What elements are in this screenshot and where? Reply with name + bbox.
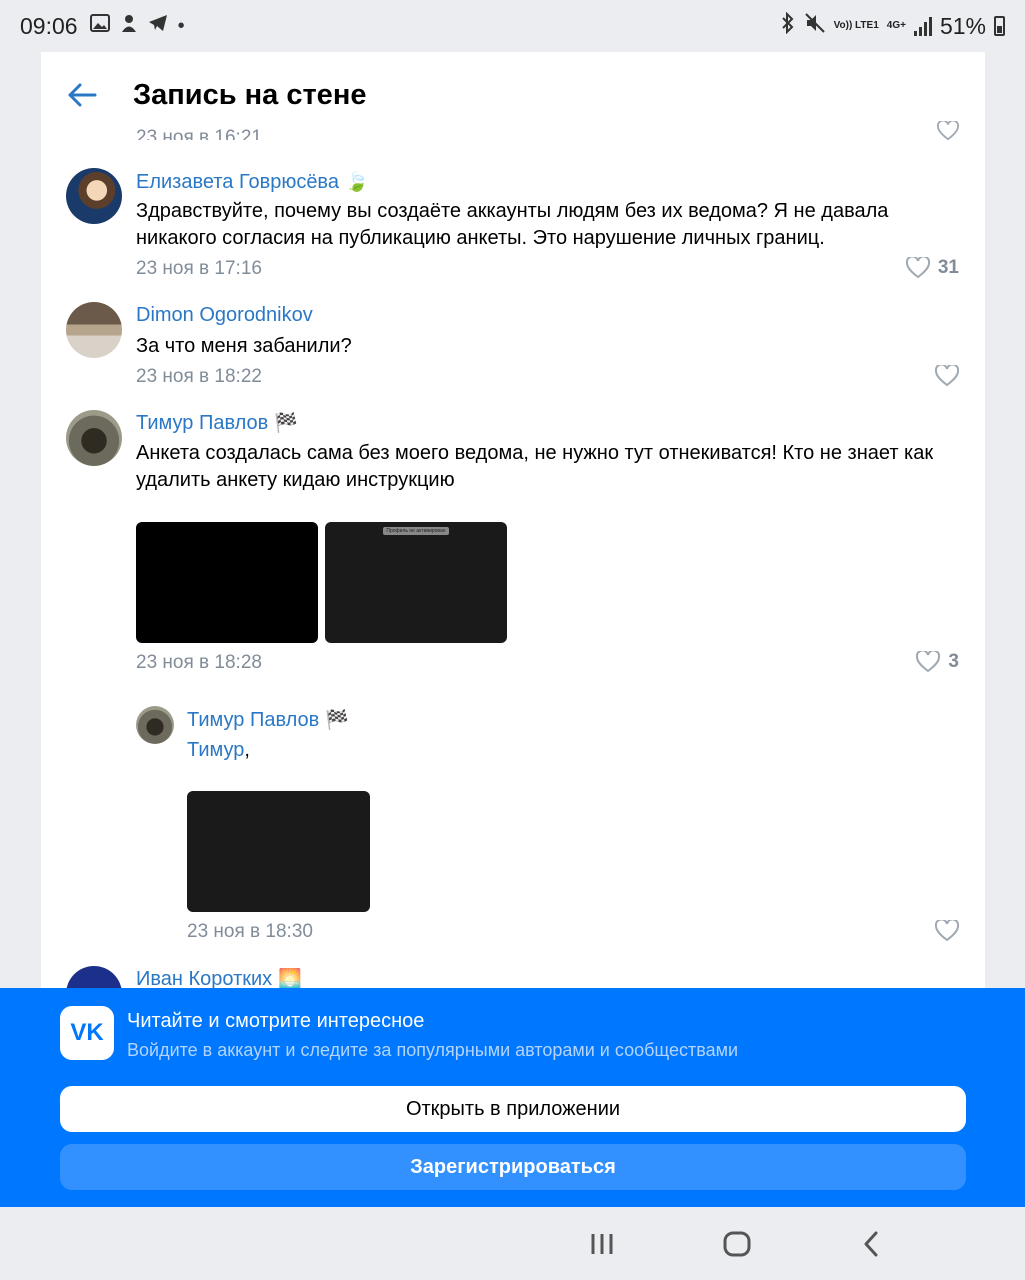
image-caption: Профиль не активирован xyxy=(383,527,449,535)
like-button[interactable]: 3 xyxy=(916,651,959,673)
like-button[interactable] xyxy=(935,365,959,387)
comment-timestamp: 23 ноя в 16:21 xyxy=(136,127,262,140)
attached-image[interactable] xyxy=(136,522,318,643)
volte-indicator: Vo)) LTE1 xyxy=(833,20,879,31)
sunrise-emoji-icon: 🌅 xyxy=(278,969,302,990)
checkered-flag-emoji-icon: 🏁 xyxy=(325,710,349,731)
back-nav-icon[interactable] xyxy=(852,1229,892,1259)
like-count: 31 xyxy=(937,257,959,278)
promo-subtitle: Войдите в аккаунт и следите за популярны… xyxy=(127,1040,739,1060)
author-name[interactable]: Елизавета Говрюсёва xyxy=(136,171,339,193)
comment-timestamp: 23 ноя в 17:16 xyxy=(136,258,262,279)
signal-icon xyxy=(913,16,932,36)
comment-text: Здравствуйте, почему вы создаёте аккаунт… xyxy=(136,200,889,249)
comment-text: Анкета создалась сама без моего ведома, … xyxy=(136,442,934,491)
system-nav-bar xyxy=(0,1207,1025,1280)
attached-image[interactable] xyxy=(187,791,370,912)
more-notifications-dot-icon: • xyxy=(177,14,185,37)
text-suffix: , xyxy=(244,739,250,761)
author-name[interactable]: Dimon Ogorodnikov xyxy=(136,304,313,326)
comment-timestamp: 23 ноя в 18:30 xyxy=(187,921,313,942)
avatar[interactable] xyxy=(136,706,174,744)
vk-logo-icon: VK xyxy=(60,1006,114,1060)
comment-timestamp: 23 ноя в 18:22 xyxy=(136,366,262,387)
author-name[interactable]: Тимур Павлов xyxy=(187,709,319,731)
like-button[interactable] xyxy=(935,920,959,942)
bluetooth-icon xyxy=(780,11,796,40)
avatar[interactable] xyxy=(66,410,122,466)
like-button[interactable]: 31 xyxy=(905,257,959,279)
open-in-app-button[interactable]: Открыть в приложении xyxy=(60,1086,966,1132)
comment-text: За что меня забанили? xyxy=(136,335,352,357)
home-icon[interactable] xyxy=(717,1229,757,1259)
like-count: 3 xyxy=(948,651,959,672)
avatar[interactable] xyxy=(66,168,122,224)
battery-percent: 51% xyxy=(939,12,986,39)
mention-link[interactable]: Тимур xyxy=(187,739,244,761)
gallery-icon xyxy=(89,14,110,38)
avatar[interactable] xyxy=(66,302,122,358)
comment-timestamp: 23 ноя в 18:28 xyxy=(136,652,262,673)
battery-icon xyxy=(994,16,1005,36)
status-time: 09:06 xyxy=(20,12,78,39)
attached-image[interactable]: Профиль не активирован xyxy=(325,522,507,643)
author-name[interactable]: Иван Коротких xyxy=(136,968,272,990)
recent-apps-icon[interactable] xyxy=(582,1229,622,1259)
register-button[interactable]: Зарегистрироваться xyxy=(60,1144,966,1190)
mute-icon xyxy=(804,12,826,40)
notification-app-icon xyxy=(120,13,138,39)
author-name[interactable]: Тимур Павлов xyxy=(136,412,268,434)
heart-icon xyxy=(905,257,930,279)
page-title: Запись на стене xyxy=(133,78,367,111)
back-arrow-icon[interactable] xyxy=(65,78,99,112)
checkered-flag-emoji-icon: 🏁 xyxy=(274,413,298,434)
comment-text: Тимур, xyxy=(187,737,985,764)
telegram-icon xyxy=(148,14,168,38)
app-promo-banner: VK Читайте и смотрите интересное Войдите… xyxy=(0,988,1025,1207)
vk-logo-text: VK xyxy=(70,1019,104,1046)
comment-author[interactable]: Тимур Павлов 🏁 xyxy=(136,411,298,435)
network-gen-indicator: 4G+ xyxy=(886,20,906,31)
status-bar: 09:06 • Vo)) LTE1 4G+ 51% xyxy=(0,0,1025,52)
post-card: Запись на стене 23 ноя в 16:21 Елизавета… xyxy=(41,52,985,992)
heart-icon xyxy=(935,365,959,387)
heart-icon xyxy=(935,920,959,942)
heart-icon xyxy=(916,651,941,673)
comment-author[interactable]: Тимур Павлов 🏁 xyxy=(187,708,349,732)
heart-icon[interactable] xyxy=(937,119,959,146)
comment-author[interactable]: Елизавета Говрюсёва 🍃 xyxy=(136,170,369,194)
comment-author[interactable]: Dimon Ogorodnikov xyxy=(136,304,313,327)
promo-title: Читайте и смотрите интересное xyxy=(127,1010,425,1032)
leaf-emoji-icon: 🍃 xyxy=(344,172,369,193)
